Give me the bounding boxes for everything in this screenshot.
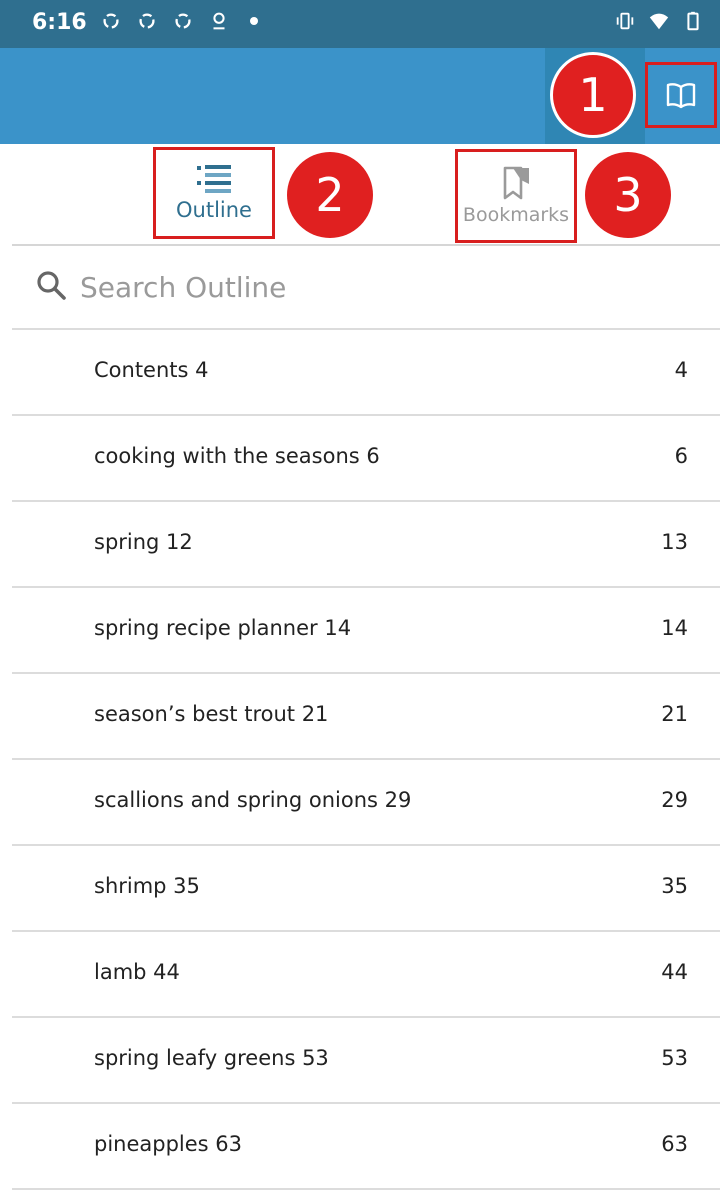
wifi-icon (649, 13, 669, 30)
battery-icon (687, 11, 699, 31)
outline-item-title: spring leafy greens 53 (94, 1046, 329, 1070)
outline-item-title: Contents 4 (94, 358, 209, 382)
outline-item-page: 21 (661, 702, 688, 726)
outline-item[interactable]: pineapples 63 63 (12, 1104, 720, 1190)
search-outline-input[interactable] (78, 262, 682, 312)
tab-bookmarks[interactable]: Bookmarks (455, 149, 577, 243)
outline-item[interactable]: cooking with the seasons 6 6 (12, 416, 720, 502)
outline-item-page: 63 (661, 1132, 688, 1156)
outline-item-page: 6 (674, 444, 688, 468)
tab-outline[interactable]: Outline (153, 147, 275, 239)
outline-item[interactable]: spring 12 13 (12, 502, 720, 588)
sync-icon (175, 13, 191, 29)
sync-icon (139, 13, 155, 29)
outline-item[interactable]: spring leafy greens 53 53 (12, 1018, 720, 1104)
outline-item-title: shrimp 35 (94, 874, 200, 898)
vibrate-icon (616, 12, 634, 30)
outline-item[interactable]: lamb 44 44 (12, 932, 720, 1018)
outline-list: Contents 4 4 cooking with the seasons 6 6 sp… (12, 330, 720, 1190)
status-bar: 6:16 (0, 0, 720, 48)
outline-item[interactable]: spring recipe planner 14 14 (12, 588, 720, 674)
outline-tabs: Outline Bookmarks (12, 146, 720, 246)
outline-item-page: 4 (674, 358, 688, 382)
outline-item-page: 35 (661, 874, 688, 898)
outline-item[interactable]: shrimp 35 35 (12, 846, 720, 932)
outline-item-title: lamb 44 (94, 960, 180, 984)
status-notification-icons (100, 10, 258, 32)
annotation-badge-1: 1 (550, 52, 636, 138)
location-icon (213, 12, 225, 30)
notification-dot-icon (250, 17, 258, 25)
outline-item-page: 14 (661, 616, 688, 640)
outline-item-title: spring 12 (94, 530, 193, 554)
outline-item-page: 13 (661, 530, 688, 554)
outline-item-page: 44 (661, 960, 688, 984)
bookmark-icon (503, 166, 529, 200)
open-book-button[interactable] (645, 62, 717, 128)
sync-icon (103, 13, 119, 29)
outline-item[interactable]: Contents 4 4 (12, 330, 720, 416)
outline-item-title: pineapples 63 (94, 1132, 243, 1156)
tab-outline-label: Outline (176, 198, 252, 222)
outline-item[interactable]: scallions and spring onions 29 29 (12, 760, 720, 846)
outline-item-title: cooking with the seasons 6 (94, 444, 380, 468)
search-icon (37, 271, 66, 300)
status-system-icons (614, 10, 704, 32)
tab-bookmarks-label: Bookmarks (462, 204, 570, 226)
outline-item-title: spring recipe planner 14 (94, 616, 352, 640)
outline-item-title: scallions and spring onions 29 (94, 788, 412, 812)
outline-item-page: 53 (661, 1046, 688, 1070)
list-outline-icon (197, 165, 231, 193)
outline-item-page: 29 (661, 788, 688, 812)
status-time: 6:16 (32, 10, 87, 35)
outline-item[interactable]: season’s best trout 21 21 (12, 674, 720, 760)
outline-item-title: season’s best trout 21 (94, 702, 329, 726)
book-open-icon (666, 83, 696, 109)
outline-search-bar (12, 246, 720, 330)
